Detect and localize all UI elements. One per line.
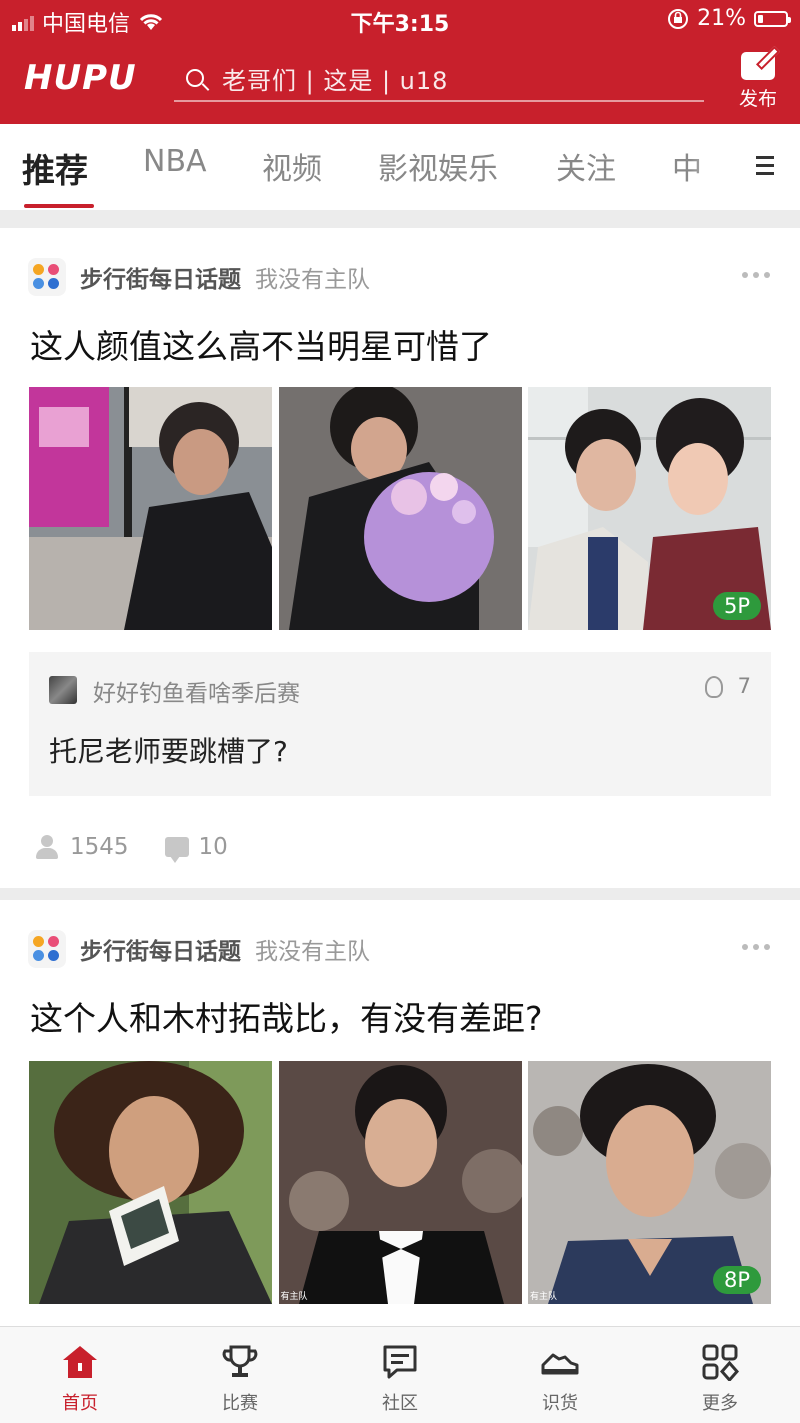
photo-count-badge: 5P (712, 592, 761, 620)
tab-recommend[interactable]: 推荐 (22, 144, 88, 192)
reply-light-count: 7 (737, 674, 751, 698)
forum-icon (28, 258, 66, 296)
photo-count-badge: 8P (712, 1266, 761, 1294)
battery-fill (758, 14, 764, 23)
tab-entertainment[interactable]: 影视娱乐 (378, 144, 498, 188)
nav-community[interactable]: 社区 (320, 1327, 480, 1423)
post-title[interactable]: 这人颜值这么高不当明星可惜了 (30, 320, 492, 368)
nav-community-label: 社区 (382, 1393, 418, 1414)
nav-more[interactable]: 更多 (640, 1327, 800, 1423)
reply-username[interactable]: 好好钓鱼看啥季后赛 (93, 674, 300, 708)
tab-menu-icon[interactable] (756, 156, 774, 180)
photo-thumbnail[interactable]: 5P (528, 387, 771, 630)
nav-home[interactable]: 首页 (0, 1327, 160, 1423)
user-team: 我没有主队 (255, 267, 370, 293)
tab-follow[interactable]: 关注 (556, 144, 616, 188)
publish-button[interactable]: 发布 (736, 52, 780, 111)
more-options-icon[interactable] (742, 272, 770, 278)
comment-icon[interactable] (164, 837, 189, 863)
nav-shihuo-label: 识货 (542, 1393, 578, 1414)
photo-thumbnail[interactable]: 有主队 (278, 1061, 522, 1304)
grid-more-icon (702, 1344, 739, 1381)
photo-thumbnail[interactable]: 有主队 8P (528, 1061, 771, 1304)
comment-count: 10 (198, 834, 228, 860)
photo-thumbnail[interactable] (278, 387, 522, 630)
community-icon (383, 1345, 417, 1379)
top-reply[interactable]: 好好钓鱼看啥季后赛 7 托尼老师要跳槽了? (29, 652, 771, 796)
photo-thumbnail[interactable] (29, 1061, 272, 1304)
tab-nba[interactable]: NBA (143, 144, 207, 179)
more-options-icon[interactable] (742, 944, 770, 950)
nav-games[interactable]: 比赛 (160, 1327, 320, 1423)
lightbulb-icon[interactable] (705, 676, 723, 698)
search-bar[interactable]: 老哥们 | 这是 | u18 (174, 56, 704, 102)
nav-shihuo[interactable]: 识货 (480, 1327, 640, 1423)
compose-icon (741, 52, 775, 80)
tab-video[interactable]: 视频 (262, 144, 322, 188)
photo-grid: 5P (29, 387, 771, 630)
photo-grid: 有主队 有主队 8P (29, 1061, 771, 1304)
nav-games-label: 比赛 (222, 1393, 258, 1414)
bottom-tab-bar: 首页 比赛 社区 识货 更多 (0, 1326, 800, 1423)
search-icon (186, 69, 204, 87)
image-watermark: 有主队 (280, 1292, 308, 1302)
nav-more-label: 更多 (702, 1393, 738, 1414)
active-tab-indicator (24, 204, 94, 208)
view-count: 1545 (70, 834, 129, 860)
image-watermark: 有主队 (530, 1292, 558, 1302)
hupu-logo[interactable]: HUPU (24, 58, 137, 98)
rotation-lock-icon (668, 8, 689, 29)
channel-tabs: 推荐 NBA 视频 影视娱乐 关注 中 (0, 124, 800, 210)
battery-icon (754, 10, 791, 27)
status-bar: 中国电信 下午3:15 21% (0, 0, 800, 40)
forum-name[interactable]: 步行街每日话题 (80, 260, 241, 294)
reply-text: 托尼老师要跳槽了? (49, 735, 288, 768)
photo-thumbnail[interactable] (29, 387, 272, 630)
search-placeholder: 老哥们 | 这是 | u18 (222, 66, 449, 95)
tab-fade (690, 124, 736, 210)
forum-icon (28, 930, 66, 968)
publish-label: 发布 (738, 88, 777, 110)
home-icon (63, 1346, 97, 1378)
battery-percent: 21% (697, 6, 746, 31)
post-title[interactable]: 这个人和木村拓哉比，有没有差距? (30, 992, 543, 1040)
post-stats: 1545 10 (34, 834, 228, 863)
post-card[interactable]: 步行街每日话题 我没有主队 这人颜值这么高不当明星可惜了 5P 好好钓鱼看啥季后… (0, 228, 800, 888)
forum-name[interactable]: 步行街每日话题 (80, 932, 241, 966)
app-header: 中国电信 下午3:15 21% HUPU 老哥们 | 这是 | u18 发布 (0, 0, 800, 124)
avatar (49, 676, 77, 704)
views-icon (34, 835, 60, 859)
post-card[interactable]: 步行街每日话题 我没有主队 这个人和木村拓哉比，有没有差距? 有主队 有主队 8… (0, 900, 800, 1326)
user-team: 我没有主队 (255, 939, 370, 965)
nav-home-label: 首页 (62, 1393, 98, 1414)
sneaker-icon (541, 1353, 579, 1375)
trophy-icon (222, 1345, 258, 1377)
